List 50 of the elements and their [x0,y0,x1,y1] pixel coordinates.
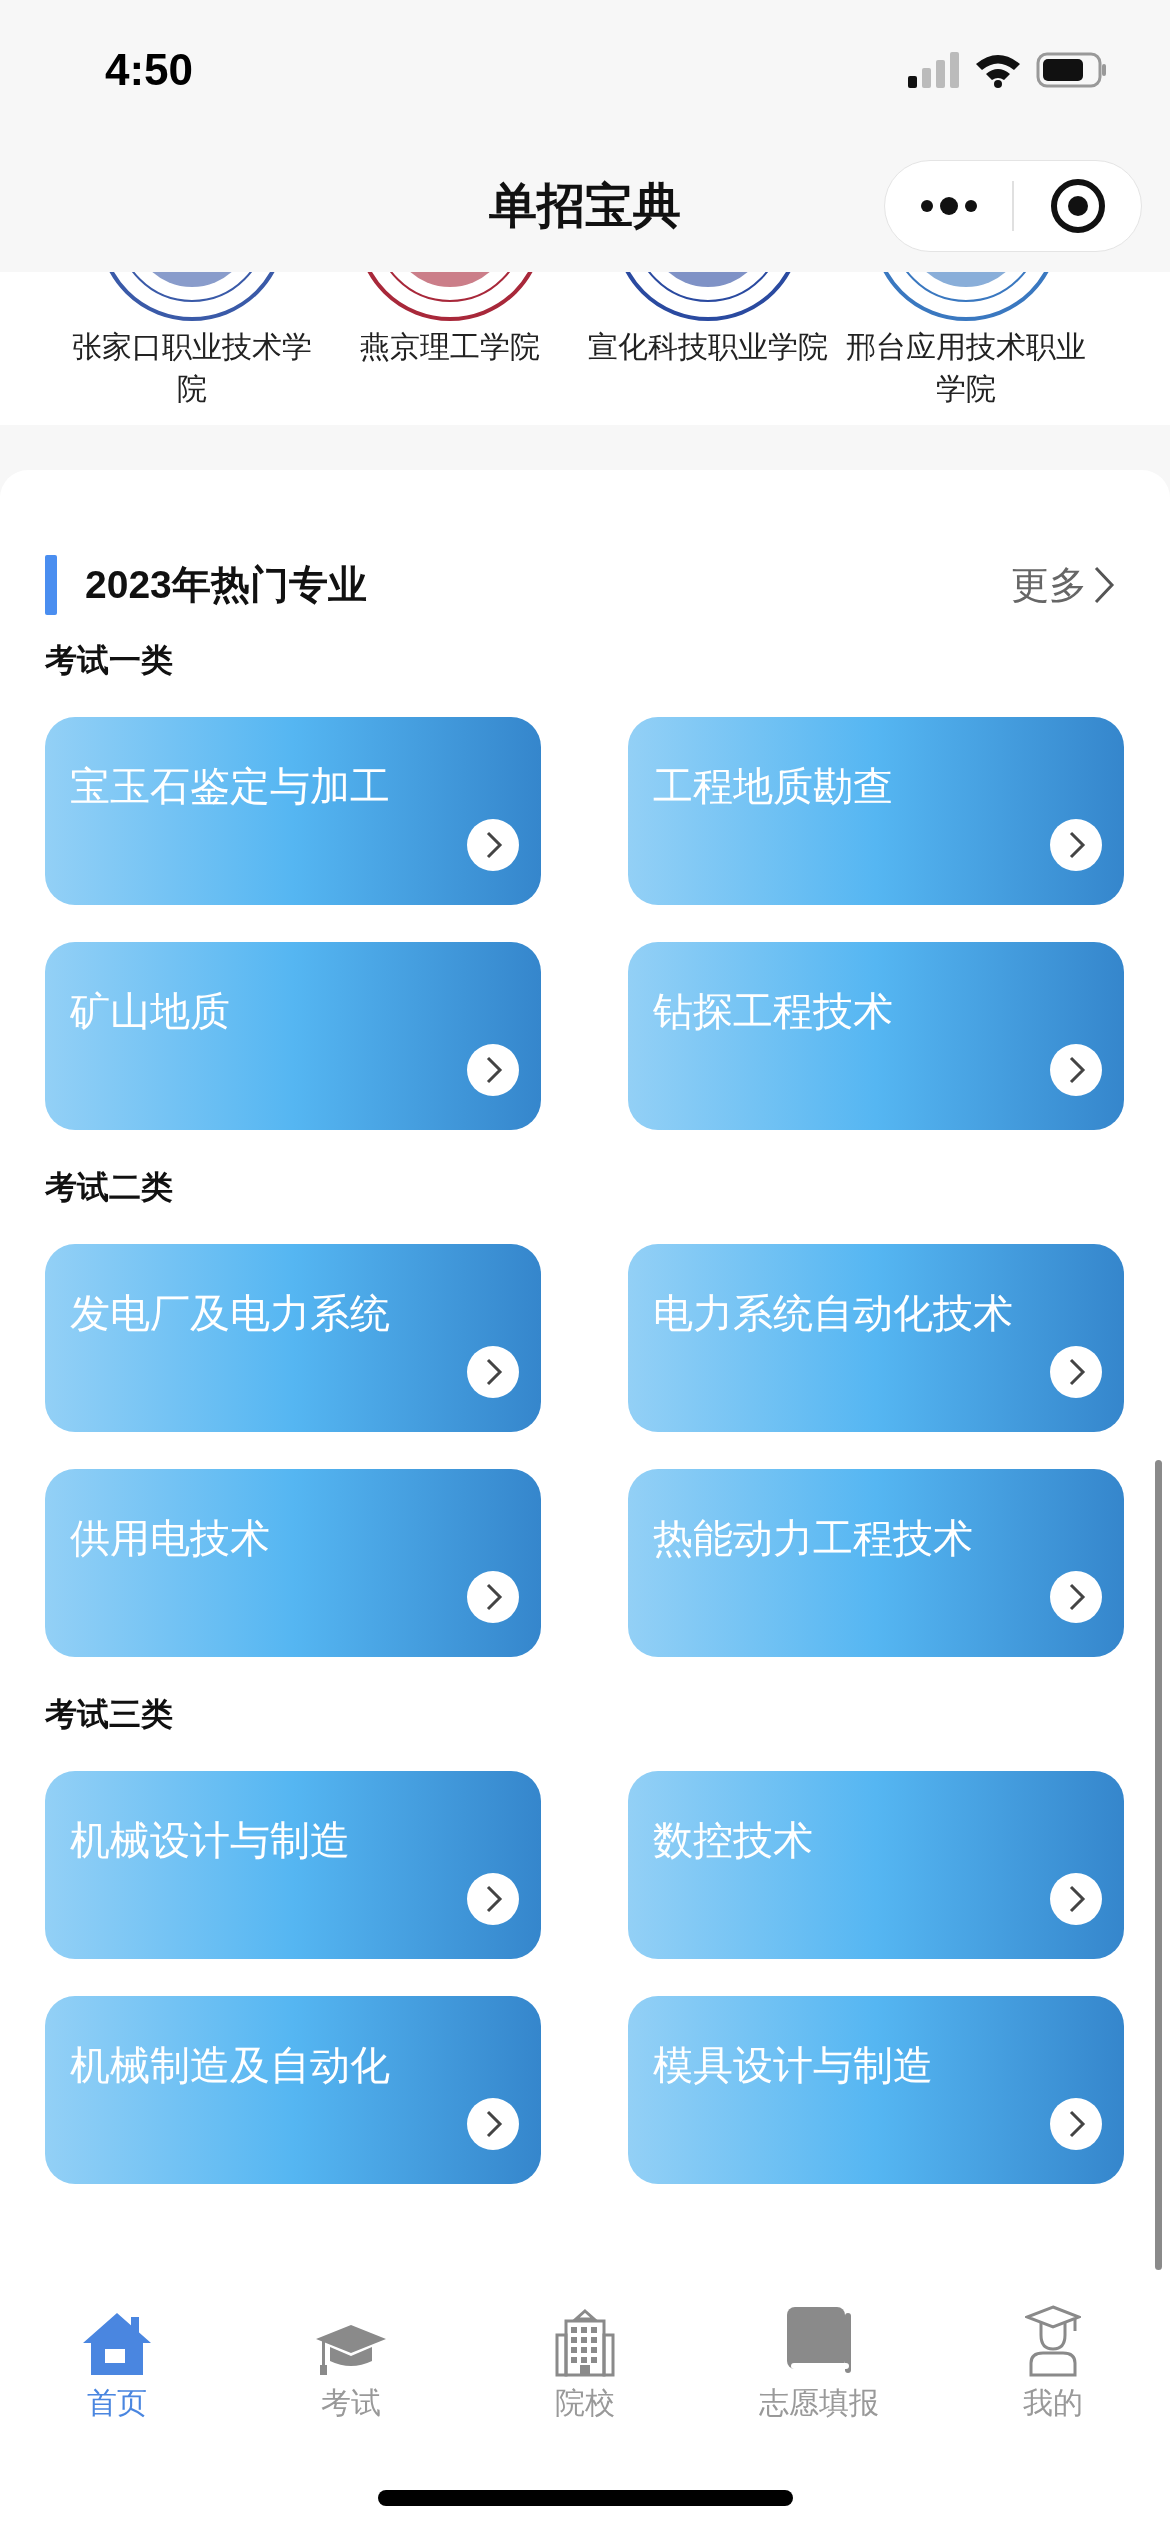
chevron-icon [1050,1571,1102,1623]
major-card[interactable]: 电力系统自动化技术 [628,1244,1124,1432]
chevron-icon [467,1044,519,1096]
chevron-icon [1093,565,1115,605]
chevron-icon [467,819,519,871]
more-icon [918,196,979,216]
home-icon [81,2311,153,2377]
major-card[interactable]: 发电厂及电力系统 [45,1244,541,1432]
wifi-icon [974,52,1022,88]
major-card[interactable]: 机械设计与制造 [45,1771,541,1959]
college-name[interactable]: 邢台应用技术职业学院 [837,326,1095,410]
college-name[interactable]: 宣化科技职业学院 [579,326,837,368]
chevron-icon [1050,1873,1102,1925]
battery-icon [1036,52,1108,88]
target-icon [1049,178,1106,234]
accent-bar [45,555,57,615]
tab-item[interactable]: 院校 [468,2285,702,2440]
student-icon [1025,2305,1081,2377]
chevron-icon [467,2098,519,2150]
group-label: 考试三类 [45,1695,174,1734]
chevron-icon [1050,1346,1102,1398]
major-card[interactable]: 矿山地质 [45,942,541,1130]
group-label: 考试二类 [45,1168,174,1207]
chevron-icon [467,1346,519,1398]
building-icon [554,2309,616,2377]
group-label: 考试一类 [45,641,174,680]
major-card[interactable]: 数控技术 [628,1771,1124,1959]
major-card[interactable]: 供用电技术 [45,1469,541,1657]
chevron-icon [1050,2098,1102,2150]
college-name[interactable]: 燕京理工学院 [321,326,579,368]
signal-icon [908,50,960,90]
major-card[interactable]: 宝玉石鉴定与加工 [45,717,541,905]
major-card[interactable]: 热能动力工程技术 [628,1469,1124,1657]
chevron-icon [1050,1044,1102,1096]
major-card[interactable]: 机械制造及自动化 [45,1996,541,2184]
major-card[interactable]: 模具设计与制造 [628,1996,1124,2184]
chevron-icon [1050,819,1102,871]
college-name[interactable]: 张家口职业技术学院 [63,326,321,410]
tab-item[interactable]: 我的 [936,2285,1170,2440]
more-link[interactable]: 更多 [1011,559,1115,611]
major-card[interactable]: 工程地质勘查 [628,717,1124,905]
tab-item[interactable]: 首页 [0,2285,234,2440]
tab-item[interactable]: 考试 [234,2285,468,2440]
tab-item[interactable]: 志愿填报 [702,2285,936,2440]
page-title: 单招宝典 [489,178,681,234]
chevron-icon [467,1873,519,1925]
status-time: 4:50 [105,45,194,95]
major-card[interactable]: 钻探工程技术 [628,942,1124,1130]
chevron-icon [467,1571,519,1623]
section-title: 2023年热门专业 [85,562,368,608]
